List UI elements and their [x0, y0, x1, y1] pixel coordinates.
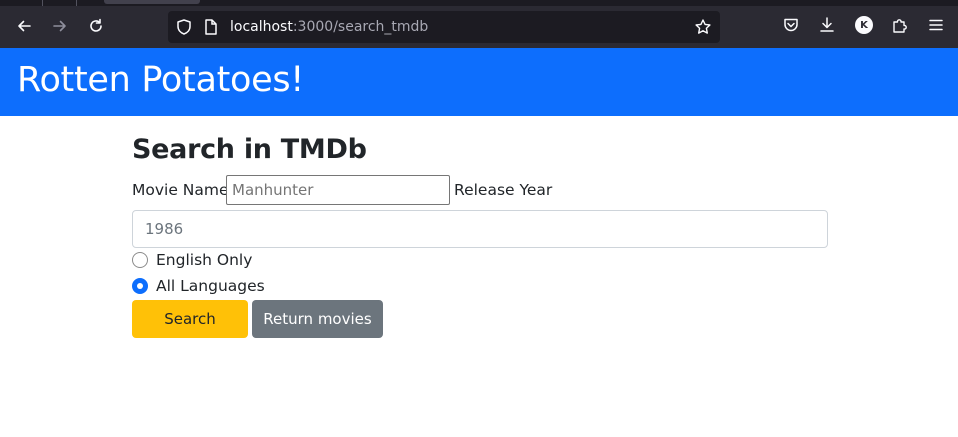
account-button[interactable]: K: [854, 15, 874, 35]
puzzle-icon: [893, 19, 907, 33]
pocket-icon: [784, 18, 798, 32]
downloads-button[interactable]: [817, 15, 837, 35]
menu-button[interactable]: [926, 15, 946, 35]
release-year-label: Release Year: [454, 181, 553, 199]
active-tab[interactable]: [104, 0, 200, 4]
arrow-right-icon: [53, 20, 66, 32]
arrow-left-icon: [18, 20, 31, 32]
all-languages-radio[interactable]: [132, 278, 148, 294]
bookmark-star-icon[interactable]: [694, 18, 712, 36]
shield-icon[interactable]: [175, 18, 193, 36]
all-languages-label: All Languages: [156, 277, 265, 295]
page-icon: [205, 19, 217, 35]
address-bar[interactable]: localhost:3000/search_tmdb: [168, 11, 720, 43]
navbar: Rotten Potatoes!: [0, 48, 958, 116]
language-option-all[interactable]: All Languages: [132, 276, 265, 296]
download-icon: [820, 17, 834, 32]
tab-separator: [76, 0, 77, 6]
reload-button[interactable]: [84, 14, 108, 38]
reload-icon: [90, 18, 102, 32]
hamburger-menu-icon: [929, 19, 943, 31]
tab-separator: [42, 0, 43, 6]
extensions-button[interactable]: [890, 15, 910, 35]
release-year-input[interactable]: [132, 210, 828, 248]
url-text[interactable]: localhost:3000/search_tmdb: [230, 18, 428, 36]
url-host: localhost: [230, 19, 293, 35]
return-movies-button[interactable]: Return movies: [252, 300, 383, 338]
url-path: :3000/search_tmdb: [292, 19, 429, 35]
english-only-radio[interactable]: [132, 252, 148, 268]
profile-avatar: K: [855, 16, 873, 34]
language-option-english[interactable]: English Only: [132, 250, 252, 270]
movie-name-label: Movie Name: [132, 181, 229, 199]
movie-name-input[interactable]: [226, 175, 450, 205]
browser-chrome: localhost:3000/search_tmdb K: [0, 0, 958, 48]
page-title: Search in TMDb: [132, 134, 367, 165]
forward-button[interactable]: [48, 14, 72, 38]
back-button[interactable]: [12, 14, 36, 38]
pocket-button[interactable]: [781, 15, 801, 35]
search-button[interactable]: Search: [132, 300, 248, 338]
tab-strip: [0, 0, 958, 6]
english-only-label: English Only: [156, 251, 253, 269]
brand-title[interactable]: Rotten Potatoes!: [17, 58, 304, 102]
